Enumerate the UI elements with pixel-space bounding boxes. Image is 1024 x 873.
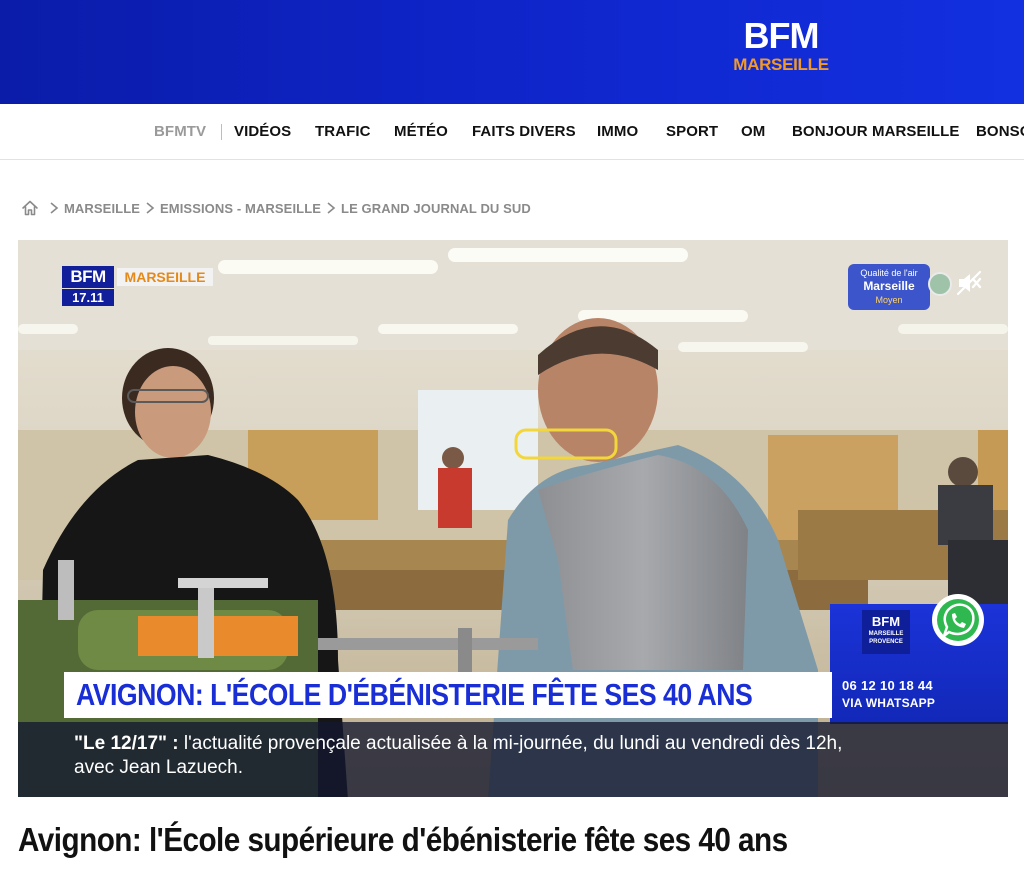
- broadcast-time: 17.11: [62, 289, 114, 306]
- muted-speaker-icon[interactable]: [954, 268, 984, 298]
- air-quality-label: Qualité de l'air: [860, 268, 918, 278]
- ticker-text: "Le 12/17" : l'actualité provençale actu…: [74, 732, 854, 780]
- air-quality-face-icon: [928, 272, 952, 296]
- promo-logo-marseille: MARSEILLE: [868, 631, 904, 637]
- breadcrumb: MARSEILLE EMISSIONS - MARSEILLE LE GRAND…: [20, 198, 531, 218]
- main-nav: BFMTV VIDÉOS TRAFIC MÉTÉO FAITS DIVERS I…: [0, 104, 1024, 160]
- promo-logo-bfm: BFM: [871, 614, 901, 629]
- breadcrumb-grand-journal[interactable]: LE GRAND JOURNAL DU SUD: [341, 201, 531, 216]
- whatsapp-via-label: VIA WHATSAPP: [842, 696, 936, 710]
- channel-logo-city: MARSEILLE: [117, 268, 213, 286]
- nav-item-bonsoir-truncated[interactable]: BONSO: [976, 104, 1024, 159]
- chevron-right-icon: [50, 202, 59, 214]
- video-player[interactable]: BFM MARSEILLE 17.11 Qualité de l'air Mar…: [18, 240, 1008, 797]
- chevron-right-icon: [146, 202, 155, 214]
- nav-item-sport[interactable]: SPORT: [666, 104, 718, 159]
- video-headline-banner: AVIGNON: L'ÉCOLE D'ÉBÉNISTERIE FÊTE SES …: [64, 672, 832, 718]
- bfm-marseille-logo[interactable]: BFM MARSEILLE: [730, 18, 832, 84]
- video-headline-text: AVIGNON: L'ÉCOLE D'ÉBÉNISTERIE FÊTE SES …: [76, 677, 753, 712]
- ticker-description: l'actualité provençale actualisée à la m…: [74, 733, 843, 778]
- nav-item-om[interactable]: OM: [741, 104, 765, 159]
- nav-item-videos[interactable]: VIDÉOS: [234, 104, 291, 159]
- breadcrumb-emissions[interactable]: EMISSIONS - MARSEILLE: [160, 201, 321, 216]
- promo-logo-provence: PROVENCE: [869, 639, 903, 645]
- air-quality-widget: Qualité de l'air Marseille Moyen: [848, 264, 930, 310]
- video-ticker: "Le 12/17" : l'actualité provençale actu…: [18, 722, 1008, 797]
- air-quality-city: Marseille: [863, 279, 915, 293]
- nav-item-faits-divers[interactable]: FAITS DIVERS: [472, 104, 576, 159]
- nav-divider: [221, 124, 222, 140]
- logo-bfm-text: BFM: [743, 15, 820, 56]
- logo-city-text: MARSEILLE: [733, 55, 829, 74]
- whatsapp-promo: BFM MARSEILLE PROVENCE 06 12 10 18 44 VI…: [830, 594, 1008, 724]
- chevron-right-icon: [327, 202, 336, 214]
- nav-item-bfmtv[interactable]: BFMTV: [154, 104, 206, 159]
- bfm-marseille-provence-logo: BFM MARSEILLE PROVENCE: [862, 610, 910, 654]
- nav-item-bonjour-marseille[interactable]: BONJOUR MARSEILLE: [792, 104, 960, 159]
- nav-item-meteo[interactable]: MÉTÉO: [394, 104, 448, 159]
- whatsapp-icon: [932, 594, 984, 646]
- home-icon[interactable]: [20, 198, 40, 218]
- whatsapp-phone-number: 06 12 10 18 44: [842, 678, 933, 693]
- article-title: Avignon: l'École supérieure d'ébénisteri…: [18, 821, 788, 858]
- air-quality-level: Moyen: [875, 295, 903, 305]
- breadcrumb-marseille[interactable]: MARSEILLE: [64, 201, 140, 216]
- channel-logo-bfm: BFM: [62, 266, 114, 288]
- site-header: BFM MARSEILLE: [0, 0, 1024, 104]
- nav-item-trafic[interactable]: TRAFIC: [315, 104, 371, 159]
- ticker-show-name: "Le 12/17" :: [74, 733, 179, 754]
- nav-item-immo[interactable]: IMMO: [597, 104, 638, 159]
